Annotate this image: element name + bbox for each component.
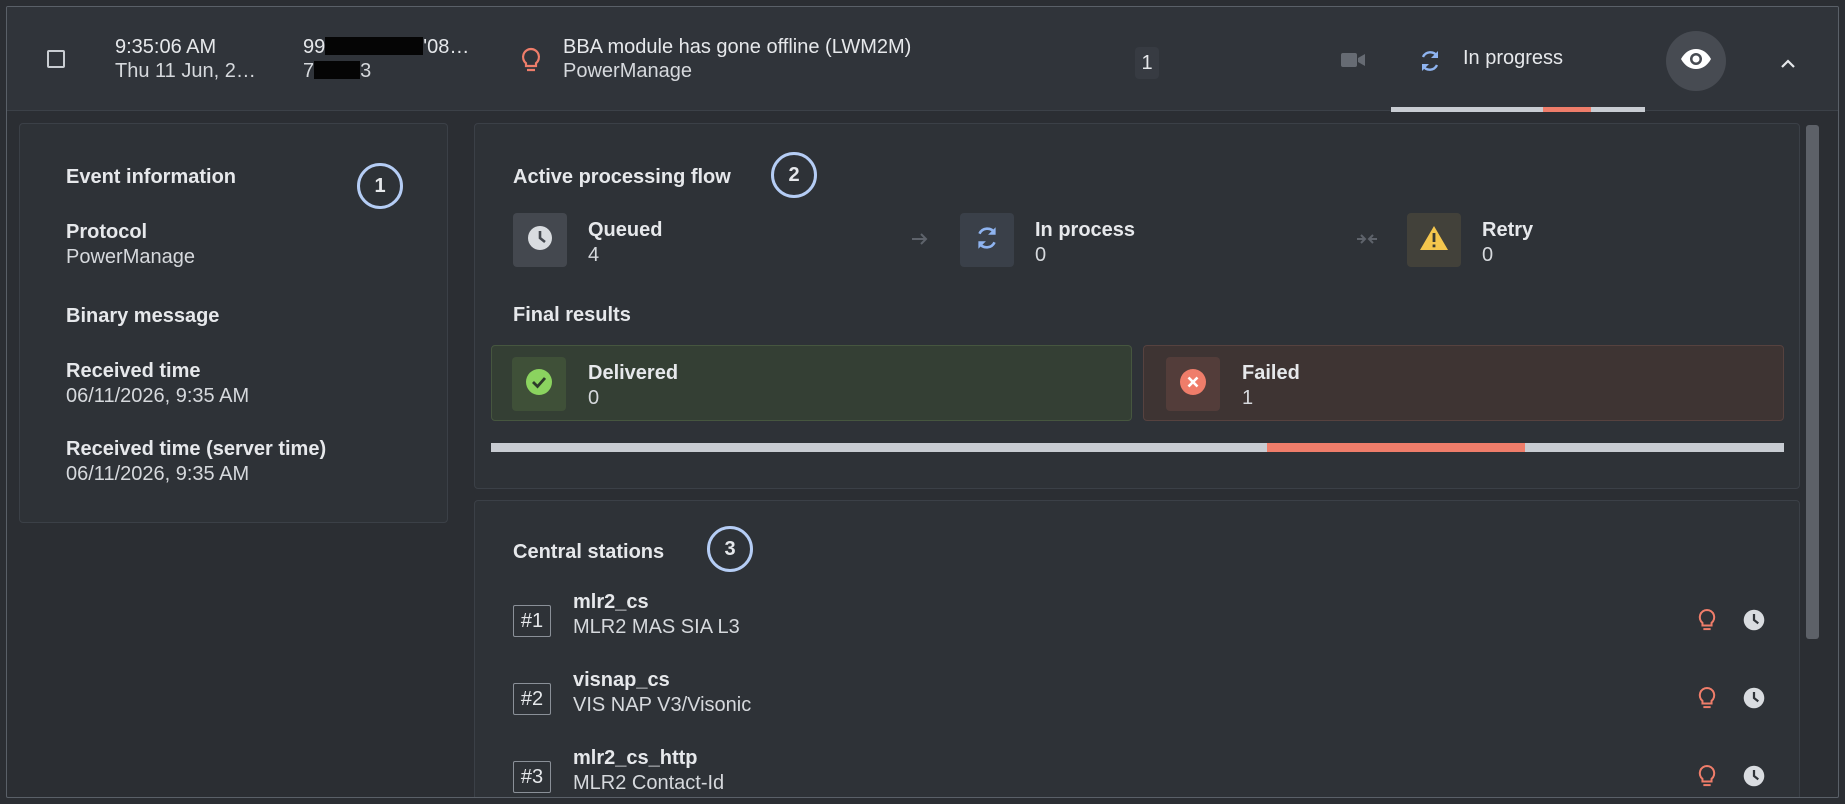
device-id2-suffix: 3 (360, 60, 372, 82)
failed-label: Failed (1242, 362, 1300, 384)
protocol-value: PowerManage (66, 246, 195, 268)
central-stations-title: Central stations (513, 541, 665, 563)
status-label: In progress (1463, 47, 1564, 69)
clock-icon[interactable] (1742, 608, 1766, 637)
device-id-line2: 73 (303, 60, 371, 83)
delivered-label: Delivered (588, 362, 679, 384)
in-process-icon-box (960, 213, 1014, 267)
station-row[interactable]: #3 mlr2_cs_http MLR2 Contact-Id (475, 739, 1801, 797)
step-badge-3: 3 (707, 526, 753, 572)
lightbulb-icon[interactable] (1697, 686, 1717, 715)
event-subtitle: PowerManage (563, 60, 692, 82)
event-row-header[interactable]: 9:35:06 AM Thu 11 Jun, 2… 99'08… 73 BBA … (7, 7, 1838, 112)
sync-icon (1417, 48, 1443, 79)
results-progress-failed (1266, 443, 1526, 452)
x-circle-icon (1179, 368, 1207, 401)
binary-message-label: Binary message (66, 305, 220, 327)
event-time: 9:35:06 AM (115, 36, 217, 58)
retry-label: Retry (1482, 219, 1534, 241)
eye-icon (1680, 48, 1712, 75)
clock-icon[interactable] (1742, 686, 1766, 715)
received-server-time-label: Received time (server time) (66, 438, 327, 460)
processing-flow-panel: Active processing flow 2 Queued 4 In pro… (474, 123, 1800, 489)
device-id2-prefix: 7 (303, 60, 315, 82)
video-icon[interactable] (1340, 50, 1366, 75)
event-count-badge: 1 (1135, 47, 1159, 79)
view-details-button[interactable] (1666, 31, 1726, 91)
lightbulb-icon[interactable] (1697, 764, 1717, 793)
clock-icon (526, 224, 554, 257)
failed-icon-box (1166, 357, 1220, 411)
processing-flow-title: Active processing flow (513, 166, 731, 188)
event-information-panel: Event information 1 Protocol PowerManage… (19, 123, 448, 523)
chevron-up-icon[interactable] (1780, 56, 1796, 74)
lightbulb-icon (520, 47, 542, 78)
event-information-title: Event information (66, 166, 237, 188)
arrow-right-icon (910, 232, 930, 251)
status-progress-track (1391, 107, 1645, 112)
received-time-value: 06/11/2026, 9:35 AM (66, 385, 250, 407)
redaction-bar (325, 37, 424, 55)
central-stations-panel: Central stations 3 #1 mlr2_cs MLR2 MAS S… (474, 500, 1801, 797)
event-detail-panel: 9:35:06 AM Thu 11 Jun, 2… 99'08… 73 BBA … (6, 6, 1839, 798)
results-progress-track (491, 443, 1784, 452)
step-badge-2: 2 (771, 152, 817, 198)
retry-icon-box (1407, 213, 1461, 267)
delivered-card: Delivered 0 (491, 345, 1132, 421)
protocol-label: Protocol (66, 221, 148, 243)
station-name: visnap_cs (573, 669, 670, 691)
station-number: #1 (513, 605, 551, 637)
station-row[interactable]: #2 visnap_cs VIS NAP V3/Visonic (475, 661, 1801, 725)
in-process-label: In process (1035, 219, 1136, 241)
device-id-prefix: 99 (303, 36, 326, 58)
station-name: mlr2_cs (573, 591, 649, 613)
received-server-time-value: 06/11/2026, 9:35 AM (66, 463, 250, 485)
redaction-bar (314, 61, 361, 79)
in-process-value: 0 (1035, 244, 1047, 266)
queued-label: Queued (588, 219, 663, 241)
delivered-value: 0 (588, 387, 600, 409)
queued-icon-box (513, 213, 567, 267)
clock-icon[interactable] (1742, 764, 1766, 793)
step-badge-1: 1 (357, 163, 403, 209)
station-number: #3 (513, 761, 551, 793)
station-description: VIS NAP V3/Visonic (573, 694, 752, 716)
queued-value: 4 (588, 244, 600, 266)
station-description: MLR2 Contact-Id (573, 772, 725, 794)
delivered-icon-box (512, 357, 566, 411)
station-description: MLR2 MAS SIA L3 (573, 616, 740, 638)
event-date: Thu 11 Jun, 2… (115, 60, 256, 82)
station-row[interactable]: #1 mlr2_cs MLR2 MAS SIA L3 (475, 583, 1801, 647)
received-time-label: Received time (66, 360, 201, 382)
sync-icon (973, 224, 1001, 257)
check-circle-icon (525, 368, 553, 401)
warning-icon (1419, 225, 1449, 256)
device-id-line1: 99 '08… (303, 36, 469, 59)
lightbulb-icon[interactable] (1697, 608, 1717, 637)
scrollbar-thumb[interactable] (1806, 125, 1819, 639)
event-title: BBA module has gone offline (LWM2M) (563, 36, 912, 58)
failed-value: 1 (1242, 387, 1254, 409)
retry-value: 0 (1482, 244, 1494, 266)
status-progress-failed (1543, 107, 1591, 112)
device-id-suffix: '08… (423, 36, 470, 58)
station-number: #2 (513, 683, 551, 715)
select-checkbox[interactable] (47, 50, 65, 68)
final-results-title: Final results (513, 304, 631, 326)
failed-card: Failed 1 (1143, 345, 1784, 421)
station-name: mlr2_cs_http (573, 747, 698, 769)
merge-icon (1355, 231, 1379, 252)
